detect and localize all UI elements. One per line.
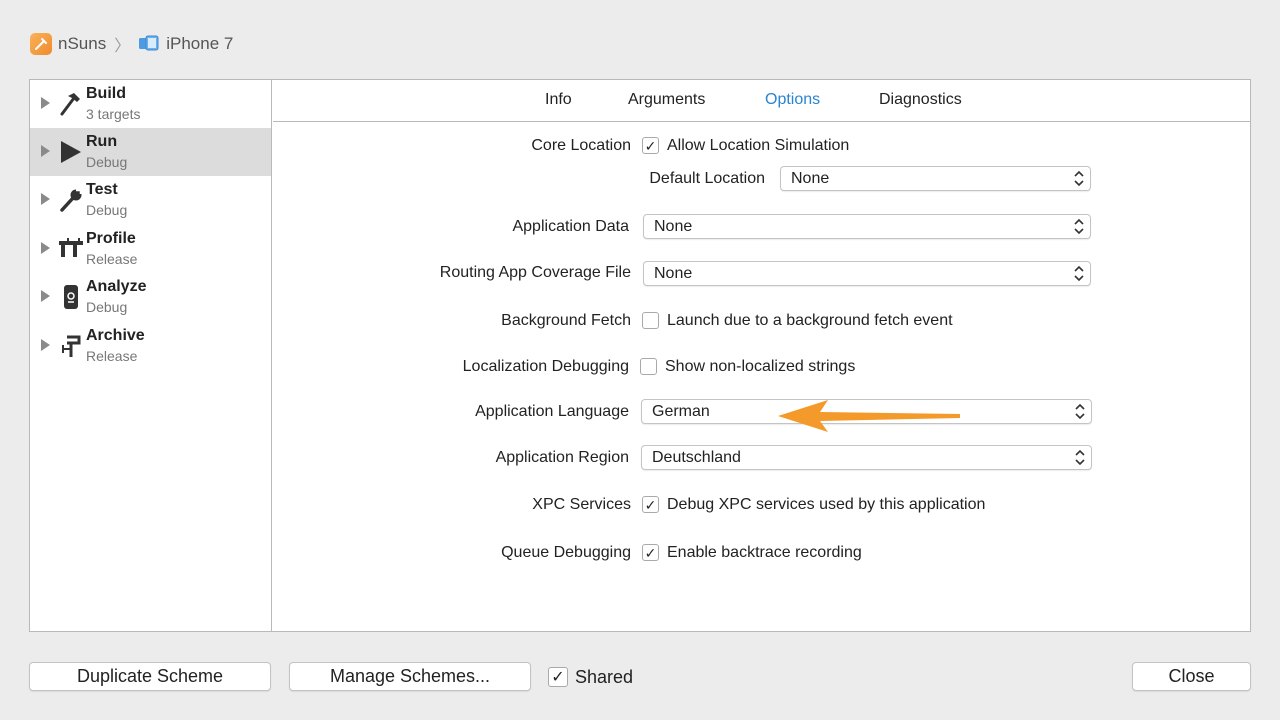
sidebar-item-title: Analyze [86, 278, 147, 295]
sidebar-item-profile[interactable]: Profile Release [30, 225, 271, 273]
sidebar-item-subtitle: Debug [86, 154, 128, 170]
breadcrumb-project[interactable]: nSuns [58, 34, 106, 54]
routing-app-coverage-label: Routing App Coverage File [439, 264, 631, 281]
sidebar-item-test[interactable]: Test Debug [30, 176, 271, 224]
localization-debugging-label: Localization Debugging [462, 358, 629, 375]
scheme-actions-sidebar: Build 3 targets Run Debug Test Debug Pro… [30, 80, 272, 631]
show-non-localized-label[interactable]: Show non-localized strings [665, 358, 855, 376]
background-fetch-label: Background Fetch [501, 312, 631, 329]
sidebar-item-subtitle: Debug [86, 202, 128, 218]
up-down-chevron-icon [1075, 449, 1085, 466]
default-location-select[interactable]: None [780, 166, 1091, 191]
disclosure-triangle-icon[interactable] [41, 145, 50, 157]
application-data-select[interactable]: None [643, 214, 1091, 239]
up-down-chevron-icon [1074, 170, 1084, 187]
application-data-label: Application Data [512, 218, 629, 235]
backtrace-recording-checkbox[interactable]: ✓ [642, 544, 659, 561]
application-data-value: None [654, 218, 693, 235]
breadcrumb-device[interactable]: iPhone 7 [166, 34, 233, 54]
disclosure-triangle-icon[interactable] [41, 339, 50, 351]
sidebar-item-text: Archive Release [86, 326, 145, 366]
sidebar-item-title: Test [86, 181, 118, 198]
close-button[interactable]: Close [1132, 662, 1251, 691]
core-location-label: Core Location [531, 137, 631, 154]
application-region-label: Application Region [495, 449, 629, 466]
sidebar-item-text: Test Debug [86, 180, 127, 220]
breadcrumb: nSuns 〉 iPhone 7 [30, 33, 233, 55]
sidebar-item-title: Run [86, 133, 118, 150]
manage-schemes-button[interactable]: Manage Schemes... [289, 662, 531, 691]
wrench-icon [58, 187, 84, 213]
caliper-icon [58, 236, 84, 262]
sidebar-item-archive[interactable]: Archive Release [30, 322, 271, 370]
queue-debugging-label: Queue Debugging [501, 544, 631, 561]
duplicate-scheme-button[interactable]: Duplicate Scheme [29, 662, 271, 691]
annotation-arrow-icon [778, 400, 960, 432]
tab-bar: Info Arguments Options Diagnostics [273, 80, 1250, 122]
sidebar-item-subtitle: Debug [86, 299, 128, 315]
sidebar-item-run[interactable]: Run Debug [30, 128, 271, 176]
archive-icon [58, 333, 84, 359]
sidebar-item-text: Build 3 targets [86, 84, 140, 124]
shared-label[interactable]: Shared [575, 667, 633, 688]
backtrace-recording-label[interactable]: Enable backtrace recording [667, 544, 862, 562]
tab-info[interactable]: Info [545, 91, 572, 109]
xpc-services-label: XPC Services [532, 496, 631, 513]
sidebar-item-title: Build [86, 85, 126, 102]
debug-xpc-services-label[interactable]: Debug XPC services used by this applicat… [667, 496, 985, 514]
app-icon[interactable] [30, 33, 52, 55]
up-down-chevron-icon [1074, 265, 1084, 282]
sidebar-item-title: Archive [86, 327, 145, 344]
play-icon [58, 139, 84, 165]
disclosure-triangle-icon[interactable] [41, 97, 50, 109]
disclosure-triangle-icon[interactable] [41, 193, 50, 205]
sidebar-item-subtitle: Release [86, 251, 138, 267]
default-location-label: Default Location [649, 170, 765, 187]
shared-checkbox[interactable]: ✓ [548, 667, 568, 687]
device-icon[interactable] [138, 34, 160, 54]
tab-arguments[interactable]: Arguments [628, 91, 705, 109]
up-down-chevron-icon [1074, 218, 1084, 235]
up-down-chevron-icon [1075, 403, 1085, 420]
background-fetch-checkbox[interactable] [642, 312, 659, 329]
sidebar-item-text: Run Debug [86, 132, 127, 172]
application-language-value: German [652, 403, 710, 420]
default-location-value: None [791, 170, 830, 187]
routing-app-coverage-value: None [654, 265, 693, 282]
scheme-editor-panel: Build 3 targets Run Debug Test Debug Pro… [29, 79, 1251, 632]
allow-location-simulation-checkbox[interactable]: ✓ [642, 137, 659, 154]
application-language-label: Application Language [475, 403, 629, 420]
sidebar-item-text: Analyze Debug [86, 277, 146, 317]
sidebar-item-build[interactable]: Build 3 targets [30, 80, 271, 128]
breadcrumb-separator: 〉 [114, 38, 131, 55]
application-region-value: Deutschland [652, 449, 741, 466]
sidebar-item-analyze[interactable]: Analyze Debug [30, 273, 271, 321]
debug-xpc-services-checkbox[interactable]: ✓ [642, 496, 659, 513]
tab-diagnostics[interactable]: Diagnostics [879, 91, 962, 109]
sidebar-item-text: Profile Release [86, 229, 137, 269]
allow-location-simulation-label[interactable]: Allow Location Simulation [667, 137, 849, 155]
disclosure-triangle-icon[interactable] [41, 242, 50, 254]
sidebar-item-subtitle: Release [86, 348, 138, 364]
show-non-localized-checkbox[interactable] [640, 358, 657, 375]
hammer-icon [58, 90, 84, 116]
application-region-select[interactable]: Deutschland [641, 445, 1092, 470]
routing-app-coverage-select[interactable]: None [643, 261, 1091, 286]
tab-options[interactable]: Options [765, 91, 820, 109]
analyze-icon [58, 284, 84, 310]
disclosure-triangle-icon[interactable] [41, 290, 50, 302]
sidebar-item-title: Profile [86, 230, 136, 247]
sidebar-item-subtitle: 3 targets [86, 106, 141, 122]
background-fetch-option-label[interactable]: Launch due to a background fetch event [667, 312, 953, 330]
